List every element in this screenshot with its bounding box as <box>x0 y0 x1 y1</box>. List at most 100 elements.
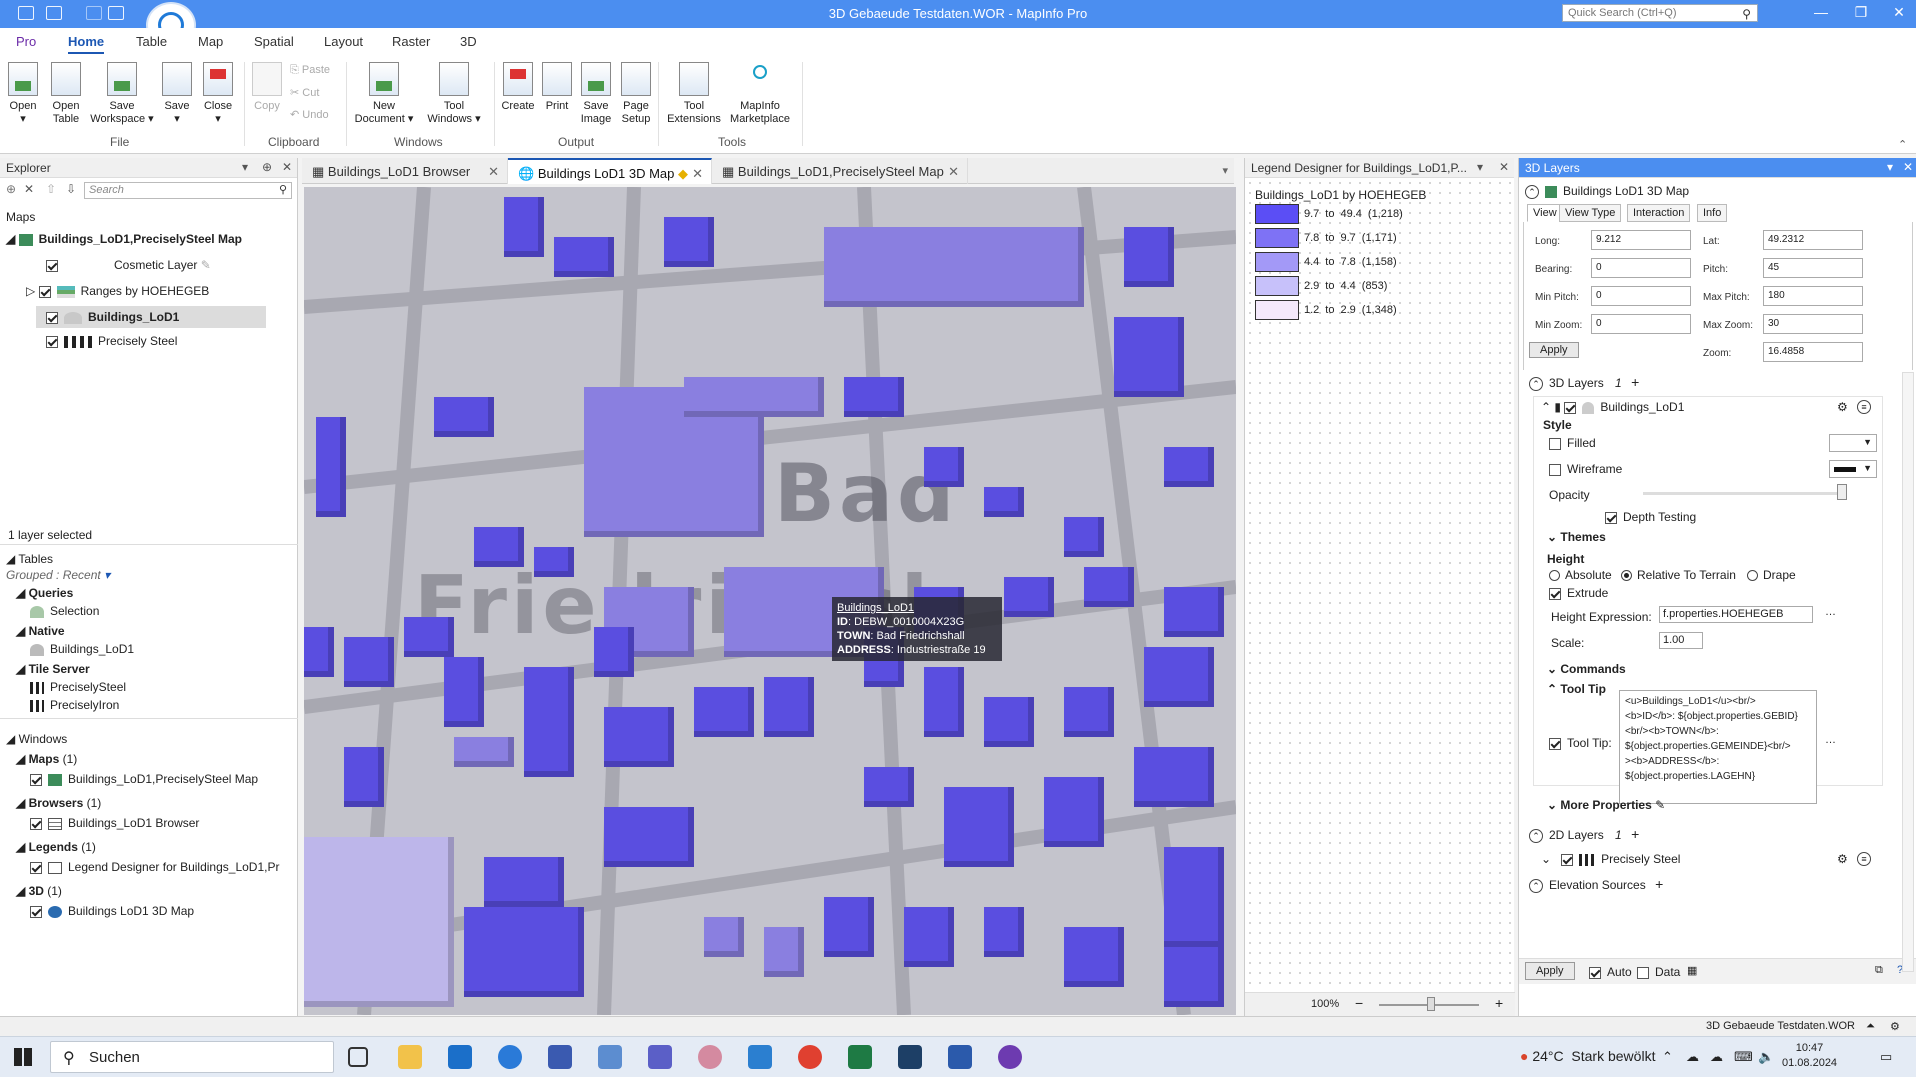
subtab-interaction[interactable]: Interaction <box>1627 204 1691 222</box>
tab-3d[interactable]: 3D <box>460 34 477 49</box>
layer-buildings-selected[interactable]: Buildings_LoD1 <box>36 306 266 328</box>
remove-icon[interactable]: ✕ <box>24 182 34 196</box>
save-button[interactable]: Save ▾ <box>160 62 194 126</box>
building[interactable] <box>554 237 614 277</box>
save-workspace-button[interactable]: Save Workspace ▾ <box>90 62 154 126</box>
3d-map-node[interactable]: ⌃ Buildings LoD1 3D Map <box>1525 184 1689 199</box>
dropdown-icon[interactable]: ▾ <box>1887 160 1893 174</box>
legend-swatch[interactable] <box>1255 252 1299 272</box>
tab-home[interactable]: Home <box>68 34 105 54</box>
collapse-icon[interactable]: ⌃ <box>1529 376 1543 391</box>
max-zoom-field[interactable]: 30 <box>1763 314 1863 334</box>
query-selection[interactable]: Selection <box>30 604 99 618</box>
building[interactable] <box>984 907 1024 957</box>
gear-icon[interactable]: ⚙ <box>1890 1020 1900 1033</box>
legend-row[interactable]: 9.7 to 49.4 (1,218) <box>1255 204 1403 224</box>
depth-testing-checkbox[interactable]: Depth Testing <box>1605 510 1696 524</box>
3d-layers-scrollbar[interactable] <box>1902 372 1914 972</box>
legend-row[interactable]: 2.9 to 4.4 (853) <box>1255 276 1387 296</box>
tables-section-header[interactable]: ◢ Tables <box>6 552 53 566</box>
data-checkbox[interactable]: Data <box>1637 965 1680 979</box>
add-icon[interactable]: ⊕ <box>6 182 16 196</box>
layer-ranges[interactable]: ▷ Ranges by HOEHEGEB <box>26 284 209 298</box>
legend-swatch[interactable] <box>1255 276 1299 296</box>
building[interactable] <box>444 657 484 727</box>
building[interactable] <box>404 617 454 657</box>
dropdown-icon[interactable]: ▾ <box>1477 160 1483 174</box>
building[interactable] <box>316 417 346 517</box>
marketplace-button[interactable]: MapInfo Marketplace <box>724 62 796 126</box>
win-browsers-header[interactable]: ◢ Browsers (1) <box>16 796 101 810</box>
opacity-slider[interactable] <box>1643 492 1843 495</box>
tab-layout[interactable]: Layout <box>324 34 363 49</box>
win-legend-item[interactable]: Legend Designer for Buildings_LoD1,Pr <box>30 860 279 874</box>
opacity-slider-thumb[interactable] <box>1837 484 1847 500</box>
building[interactable] <box>984 487 1024 517</box>
tool-tip-section[interactable]: ⌃ Tool Tip <box>1547 682 1606 696</box>
outlook-icon[interactable] <box>448 1045 472 1069</box>
layer-precisely-steel-2d[interactable]: ⌄ Precisely Steel <box>1541 852 1680 866</box>
building[interactable] <box>1004 577 1054 617</box>
min-pitch-field[interactable]: 0 <box>1591 286 1691 306</box>
grouped-dropdown[interactable]: Grouped : Recent ▾ <box>6 568 110 582</box>
pin-icon[interactable]: ⊕ <box>262 160 272 174</box>
explorer-search-input[interactable]: Search ⚲ <box>84 182 292 199</box>
cut-button[interactable]: ✂ Cut <box>290 86 319 99</box>
taskbar-search-input[interactable]: ⚲ Suchen <box>50 1041 334 1073</box>
2d-layers-section[interactable]: ⌃ 2D Layers 1 + <box>1529 826 1639 843</box>
building[interactable] <box>1164 847 1224 947</box>
building[interactable] <box>1064 927 1124 987</box>
file-explorer-icon[interactable] <box>398 1045 422 1069</box>
copy-icon[interactable]: ⧉ <box>1875 964 1883 977</box>
building[interactable] <box>474 527 524 567</box>
tool-extensions-button[interactable]: Tool Extensions <box>664 62 724 126</box>
dropdown-icon[interactable]: ▾ <box>242 160 248 174</box>
chevron-up-icon[interactable]: ⌃ <box>1662 1049 1673 1065</box>
building[interactable] <box>924 447 964 487</box>
layer-menu-icon[interactable]: ≡ <box>1857 852 1871 866</box>
move-up-icon[interactable]: ⇧ <box>46 182 56 196</box>
building[interactable] <box>594 627 634 677</box>
wireframe-color-dropdown[interactable]: ▼ <box>1829 460 1877 478</box>
building[interactable] <box>1164 447 1214 487</box>
building[interactable] <box>924 667 964 737</box>
building[interactable] <box>664 217 714 267</box>
legend-swatch[interactable] <box>1255 228 1299 248</box>
tile-precisely-steel[interactable]: PreciselySteel <box>30 680 126 694</box>
close-icon[interactable]: ✕ <box>1903 160 1913 174</box>
queries-header[interactable]: ◢ Queries <box>16 586 73 600</box>
undo-button[interactable]: ↶ Undo <box>290 108 329 121</box>
win-3d-header[interactable]: ◢ 3D (1) <box>16 884 62 898</box>
auto-checkbox[interactable]: Auto <box>1589 965 1632 979</box>
tool-tip-builder-icon[interactable]: … <box>1825 734 1836 746</box>
windows-start-icon[interactable] <box>14 1048 32 1066</box>
layer-buildings-3d[interactable]: ⌃ ▮ Buildings_LoD1 <box>1541 400 1684 414</box>
zoom-field[interactable]: 16.4858 <box>1763 342 1863 362</box>
add-source-icon[interactable]: + <box>1655 876 1663 892</box>
add-layer-icon[interactable]: + <box>1631 374 1639 390</box>
tile-server-header[interactable]: ◢ Tile Server <box>16 662 90 676</box>
3d-map-view[interactable]: Bad Friedrichsh Building <box>304 187 1236 1015</box>
close-icon[interactable]: ✕ <box>1499 160 1509 174</box>
tab-raster[interactable]: Raster <box>392 34 430 49</box>
notifications-icon[interactable]: ▭ <box>1880 1049 1892 1065</box>
map-node[interactable]: ◢ Buildings_LoD1,PreciselySteel Map <box>6 232 242 246</box>
excel-icon[interactable] <box>848 1045 872 1069</box>
zoom-out-icon[interactable]: − <box>1355 995 1363 1011</box>
building[interactable] <box>524 667 574 777</box>
restore-button[interactable]: ❐ <box>1846 4 1876 21</box>
zoom-slider-thumb[interactable] <box>1427 997 1435 1011</box>
teams-icon[interactable] <box>648 1045 672 1069</box>
edit-icon[interactable]: ✎ <box>1655 798 1665 812</box>
legend-row[interactable]: 1.2 to 2.9 (1,348) <box>1255 300 1397 320</box>
weather-widget[interactable]: ● 24°C Stark bewölkt <box>1520 1048 1655 1064</box>
zoom-in-icon[interactable]: + <box>1495 995 1503 1011</box>
layer-visibility-checkbox[interactable] <box>46 259 58 272</box>
tool-tip-checkbox[interactable]: Tool Tip: <box>1549 736 1612 750</box>
building[interactable] <box>454 737 514 767</box>
building[interactable] <box>694 687 754 737</box>
native-header[interactable]: ◢ Native <box>16 624 65 638</box>
longitude-field[interactable]: 9.212 <box>1591 230 1691 250</box>
minimize-button[interactable]: — <box>1806 4 1836 20</box>
max-pitch-field[interactable]: 180 <box>1763 286 1863 306</box>
